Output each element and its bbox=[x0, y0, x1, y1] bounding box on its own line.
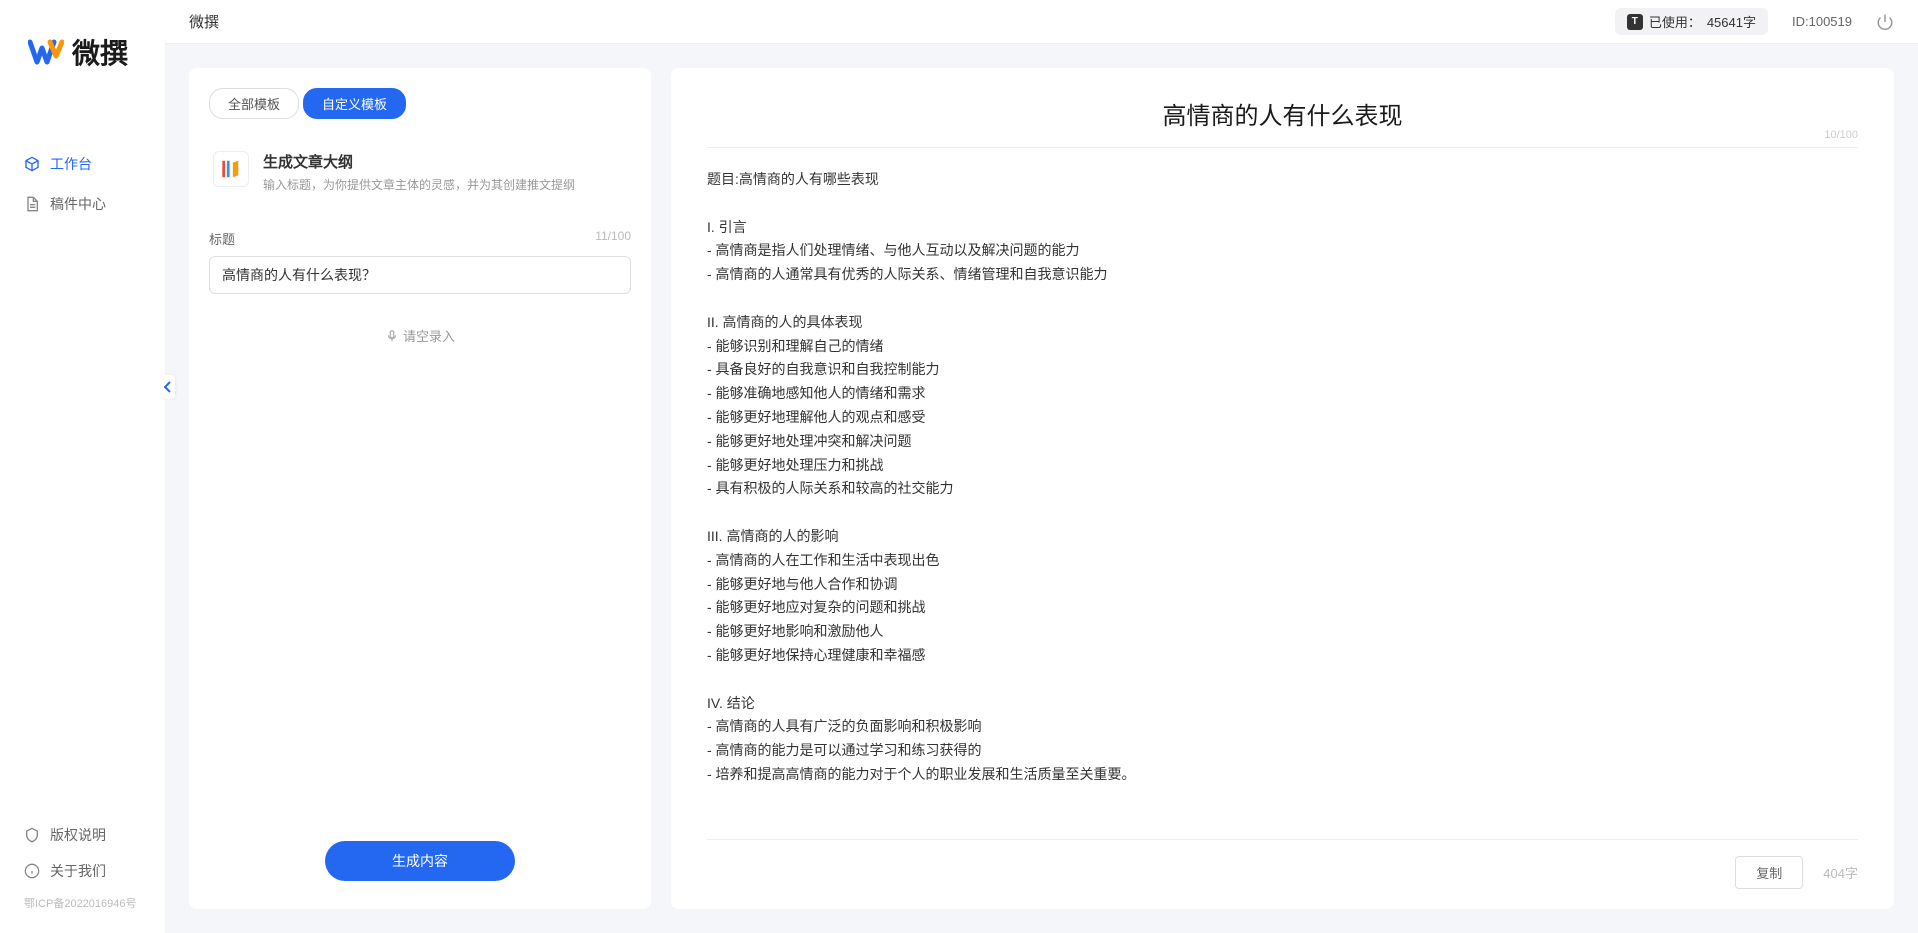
output-title: 高情商的人有什么表现 bbox=[1163, 96, 1403, 131]
usage-badge[interactable]: T 已使用： 45641字 bbox=[1615, 8, 1768, 35]
template-info: 生成文章大纲 输入标题，为你提供文章主体的灵感，并为其创建推文提纲 bbox=[263, 151, 627, 193]
word-count: 404字 bbox=[1823, 863, 1858, 882]
tab-all-templates[interactable]: 全部模板 bbox=[209, 88, 299, 119]
sidebar-collapse[interactable] bbox=[161, 375, 175, 399]
output-header: 高情商的人有什么表现 10/100 bbox=[707, 96, 1858, 148]
voice-input-label: 请空录入 bbox=[403, 326, 455, 345]
app-logo: 微撰 bbox=[0, 0, 165, 96]
template-card: 生成文章大纲 输入标题，为你提供文章主体的灵感，并为其创建推文提纲 bbox=[209, 139, 631, 205]
voice-input[interactable]: 请空录入 bbox=[209, 310, 631, 361]
content: 全部模板 自定义模板 生成文章大纲 输入标题，为你提供文章主体的灵感，并为其创建… bbox=[165, 44, 1918, 933]
template-title: 生成文章大纲 bbox=[263, 151, 627, 172]
power-icon[interactable] bbox=[1876, 13, 1894, 31]
nav-drafts[interactable]: 稿件中心 bbox=[0, 184, 165, 224]
sidebar-nav: 工作台 稿件中心 bbox=[0, 96, 165, 817]
nav-workspace[interactable]: 工作台 bbox=[0, 144, 165, 184]
logo-icon bbox=[28, 34, 64, 70]
tab-custom-templates[interactable]: 自定义模板 bbox=[303, 88, 406, 119]
nav-label: 稿件中心 bbox=[50, 194, 106, 214]
nav-label: 关于我们 bbox=[50, 861, 106, 881]
nav-about[interactable]: 关于我们 bbox=[0, 853, 165, 889]
main-area: 微撰 T 已使用： 45641字 ID:100519 全部模板 bbox=[165, 0, 1918, 933]
output-title-counter: 10/100 bbox=[1824, 129, 1858, 141]
sidebar: 微撰 工作台 稿件中心 版权说明 bbox=[0, 0, 165, 933]
output-body[interactable]: 题目:高情商的人有哪些表现 I. 引言 - 高情商是指人们处理情绪、与他人互动以… bbox=[707, 168, 1858, 823]
usage-label: 已使用： bbox=[1649, 12, 1701, 31]
nav-copyright[interactable]: 版权说明 bbox=[0, 817, 165, 853]
cube-icon bbox=[24, 156, 40, 172]
info-icon bbox=[24, 863, 40, 879]
copy-button[interactable]: 复制 bbox=[1735, 856, 1803, 889]
mic-icon bbox=[385, 329, 399, 343]
sidebar-footer: 版权说明 关于我们 鄂ICP备2022016946号 bbox=[0, 817, 165, 933]
template-icon bbox=[213, 151, 249, 187]
output-panel: 高情商的人有什么表现 10/100 题目:高情商的人有哪些表现 I. 引言 - … bbox=[671, 68, 1894, 909]
user-id: ID:100519 bbox=[1792, 14, 1852, 29]
title-input-section: 标题 11/100 bbox=[209, 229, 631, 294]
topbar-right: T 已使用： 45641字 ID:100519 bbox=[1615, 8, 1894, 35]
input-counter: 11/100 bbox=[595, 229, 631, 248]
shield-icon bbox=[24, 827, 40, 843]
input-label: 标题 bbox=[209, 229, 235, 248]
document-icon bbox=[24, 196, 40, 212]
config-panel: 全部模板 自定义模板 生成文章大纲 输入标题，为你提供文章主体的灵感，并为其创建… bbox=[189, 68, 651, 909]
output-footer: 复制 404字 bbox=[707, 839, 1858, 889]
title-input[interactable] bbox=[209, 256, 631, 294]
chevron-left-icon bbox=[164, 381, 172, 393]
text-icon: T bbox=[1627, 14, 1643, 30]
logo-text: 微撰 bbox=[72, 32, 128, 72]
template-tabs: 全部模板 自定义模板 bbox=[209, 88, 631, 119]
icp-text: 鄂ICP备2022016946号 bbox=[0, 889, 165, 917]
topbar: 微撰 T 已使用： 45641字 ID:100519 bbox=[165, 0, 1918, 44]
topbar-title: 微撰 bbox=[189, 11, 219, 32]
template-desc: 输入标题，为你提供文章主体的灵感，并为其创建推文提纲 bbox=[263, 176, 627, 193]
nav-label: 工作台 bbox=[50, 154, 92, 174]
nav-label: 版权说明 bbox=[50, 825, 106, 845]
input-label-row: 标题 11/100 bbox=[209, 229, 631, 248]
generate-button[interactable]: 生成内容 bbox=[325, 841, 515, 881]
usage-value: 45641字 bbox=[1707, 12, 1756, 31]
